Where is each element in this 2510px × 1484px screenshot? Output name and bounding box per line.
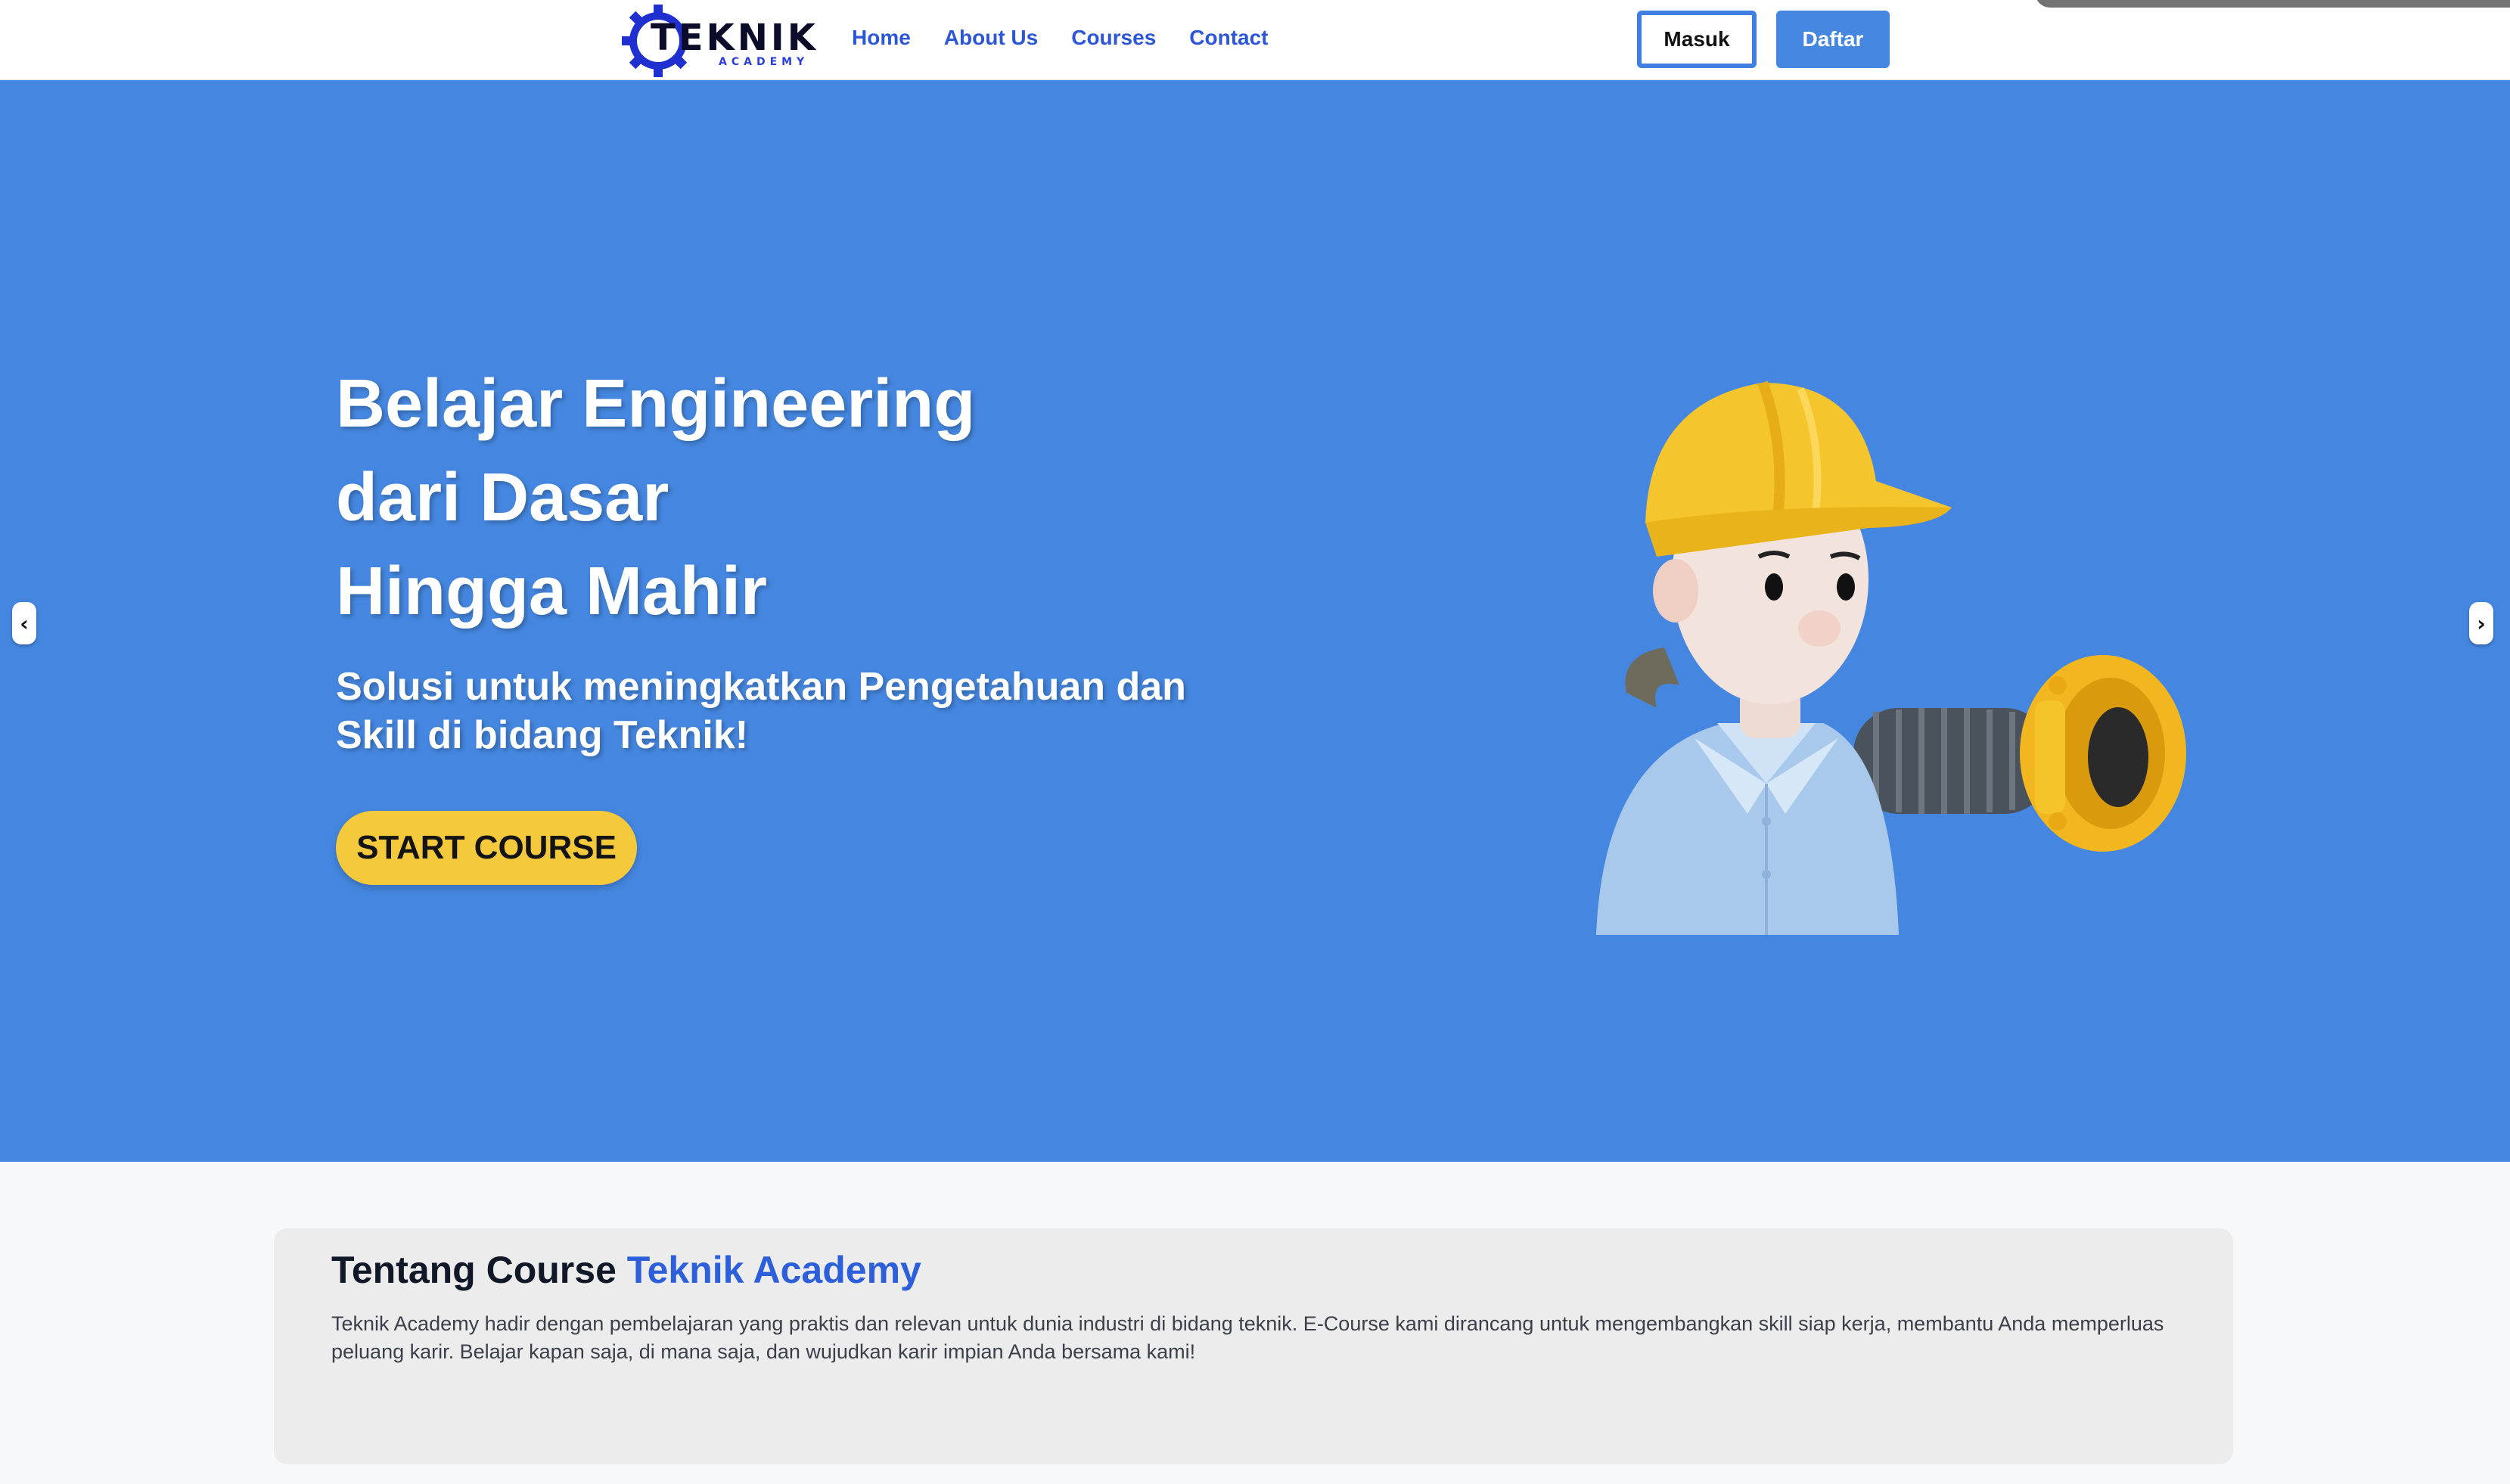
nav-courses[interactable]: Courses bbox=[1071, 26, 1156, 50]
hero-subtitle: Solusi untuk meningkatkan Pengetahuan da… bbox=[336, 663, 1319, 759]
hero-title: Belajar Engineering dari Dasar Hingga Ma… bbox=[336, 357, 1319, 638]
register-button[interactable]: Daftar bbox=[1776, 11, 1890, 68]
about-title: Tentang Course Teknik Academy bbox=[331, 1248, 921, 1292]
engineer-illustration bbox=[1596, 380, 2186, 935]
nav-contact[interactable]: Contact bbox=[1189, 26, 1268, 50]
main-nav: Home About Us Courses Contact bbox=[852, 26, 1269, 50]
hero-title-line: dari Dasar bbox=[336, 460, 669, 536]
about-description: Teknik Academy hadir dengan pembelajaran… bbox=[331, 1312, 2164, 1363]
hero-title-line: Belajar Engineering bbox=[336, 366, 976, 442]
hero-subtitle-line: Skill di bidang Teknik! bbox=[336, 713, 749, 757]
hero-title-line: Hingga Mahir bbox=[336, 554, 768, 629]
login-button[interactable]: Masuk bbox=[1637, 11, 1757, 68]
start-course-button[interactable]: START COURSE bbox=[336, 811, 637, 885]
nav-about-us[interactable]: About Us bbox=[944, 26, 1038, 50]
logo-wordmark: TEKNIK bbox=[651, 17, 819, 59]
about-title-plain: Tentang Course bbox=[331, 1249, 617, 1291]
chevron-right-icon[interactable]: › bbox=[2469, 602, 2493, 644]
about-card: Tentang Course Teknik Academy Teknik Aca… bbox=[274, 1228, 2233, 1464]
logo-subtitle: ACADEMY bbox=[719, 56, 809, 68]
hero-carousel: ‹ › Belajar Engineering dari Dasar Hingg… bbox=[0, 80, 2510, 1162]
chevron-left-icon[interactable]: ‹ bbox=[12, 602, 36, 644]
site-header: TEKNIK ACADEMY Home About Us Courses Con… bbox=[0, 0, 2510, 80]
about-title-accent: Teknik Academy bbox=[626, 1249, 921, 1291]
overlay-shadow bbox=[2035, 0, 2510, 8]
nav-home[interactable]: Home bbox=[852, 26, 911, 50]
hero-subtitle-line: Solusi untuk meningkatkan Pengetahuan da… bbox=[336, 665, 1186, 709]
site-logo[interactable]: TEKNIK ACADEMY bbox=[622, 5, 815, 77]
